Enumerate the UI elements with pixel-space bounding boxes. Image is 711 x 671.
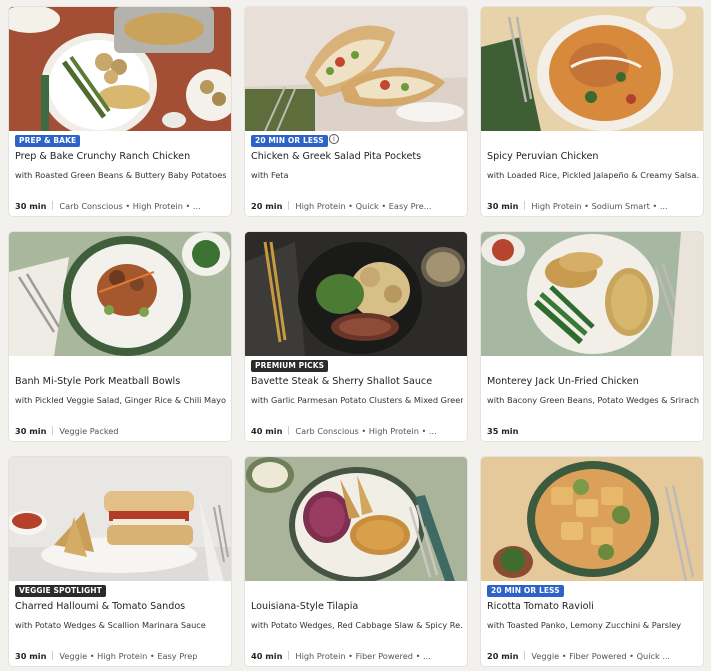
recipe-meta: 35 min: [487, 426, 699, 436]
recipe-subtitle: with Roasted Green Beans & Buttery Baby …: [15, 170, 227, 180]
recipe-meta: 20 min High Protein • Quick • Easy Pre...: [251, 201, 463, 211]
recipe-image[interactable]: [9, 232, 231, 356]
meta-divider: [288, 426, 290, 435]
recipe-time: 35 min: [487, 426, 519, 436]
recipe-subtitle: with Pickled Veggie Salad, Ginger Rice &…: [15, 395, 226, 405]
recipe-time: 30 min: [15, 201, 47, 211]
recipe-subtitle: with Garlic Parmesan Potato Clusters & M…: [251, 395, 463, 405]
recipe-title[interactable]: Chicken & Greek Salad Pita Pockets: [251, 151, 463, 162]
recipe-badge: 20 MIN OR LESS: [487, 585, 564, 597]
recipe-tags: High Protein • Sodium Smart • ...: [531, 201, 668, 211]
recipe-meta: 20 min Veggie • Fiber Powered • Quick ...: [487, 651, 699, 661]
recipe-badge: PREP & BAKE: [15, 135, 81, 147]
recipe-title[interactable]: Ricotta Tomato Ravioli: [487, 601, 699, 612]
recipe-tags: Carb Conscious • High Protein • ...: [59, 201, 201, 211]
recipe-meta: 30 min Veggie • High Protein • Easy Prep: [15, 651, 227, 661]
recipe-title[interactable]: Bavette Steak & Sherry Shallot Sauce: [251, 376, 463, 387]
recipe-title[interactable]: Monterey Jack Un-Fried Chicken: [487, 376, 699, 387]
recipe-card[interactable]: Spicy Peruvian Chicken with Loaded Rice,…: [481, 7, 703, 216]
recipe-title[interactable]: Charred Halloumi & Tomato Sandos: [15, 601, 227, 612]
recipe-tags: Veggie Packed: [59, 426, 119, 436]
meta-divider: [288, 201, 290, 210]
recipe-tags: Carb Conscious • High Protein • ...: [295, 426, 437, 436]
recipe-meta: 40 min Carb Conscious • High Protein • ..…: [251, 426, 463, 436]
recipe-time: 40 min: [251, 651, 283, 661]
info-icon[interactable]: i: [329, 134, 339, 144]
recipe-image[interactable]: [481, 232, 703, 356]
recipe-meta: 40 min High Protein • Fiber Powered • ...: [251, 651, 463, 661]
recipe-subtitle: with Potato Wedges, Red Cabbage Slaw & S…: [251, 620, 463, 630]
recipe-image[interactable]: [481, 457, 703, 581]
recipe-meta: 30 min Veggie Packed: [15, 426, 227, 436]
recipe-subtitle: with Bacony Green Beans, Potato Wedges &…: [487, 395, 699, 405]
recipe-card[interactable]: Louisiana-Style Tilapia with Potato Wedg…: [245, 457, 467, 666]
recipe-subtitle: with Toasted Panko, Lemony Zucchini & Pa…: [487, 620, 682, 630]
recipe-tags: High Protein • Fiber Powered • ...: [295, 651, 431, 661]
recipe-image[interactable]: [481, 7, 703, 131]
meta-divider: [288, 651, 290, 660]
recipe-time: 20 min: [487, 651, 519, 661]
recipe-card[interactable]: 20 MIN OR LESS Ricotta Tomato Ravioli wi…: [481, 457, 703, 666]
recipe-image[interactable]: [245, 457, 467, 581]
recipe-card[interactable]: PREP & BAKE Prep & Bake Crunchy Ranch Ch…: [9, 7, 231, 216]
recipe-badge: VEGGIE SPOTLIGHT: [15, 585, 106, 597]
recipe-time: 30 min: [15, 651, 47, 661]
recipe-time: 30 min: [487, 201, 519, 211]
recipe-image[interactable]: [9, 7, 231, 131]
recipe-card[interactable]: PREMIUM PICKS Bavette Steak & Sherry Sha…: [245, 232, 467, 441]
recipe-meta: 30 min High Protein • Sodium Smart • ...: [487, 201, 699, 211]
recipe-time: 40 min: [251, 426, 283, 436]
recipe-image[interactable]: [245, 232, 467, 356]
recipe-image[interactable]: [245, 7, 467, 131]
recipe-time: 30 min: [15, 426, 47, 436]
recipe-card[interactable]: 20 MIN OR LESS i Chicken & Greek Salad P…: [245, 7, 467, 216]
meta-divider: [524, 651, 526, 660]
recipe-tags: Veggie • Fiber Powered • Quick ...: [531, 651, 671, 661]
meta-divider: [52, 651, 54, 660]
recipe-tags: High Protein • Quick • Easy Pre...: [295, 201, 432, 211]
meta-divider: [52, 201, 54, 210]
recipe-card[interactable]: Banh Mi-Style Pork Meatball Bowls with P…: [9, 232, 231, 441]
recipe-title[interactable]: Prep & Bake Crunchy Ranch Chicken: [15, 151, 227, 162]
recipe-subtitle: with Feta: [251, 170, 289, 180]
recipe-time: 20 min: [251, 201, 283, 211]
recipe-card[interactable]: VEGGIE SPOTLIGHT Charred Halloumi & Toma…: [9, 457, 231, 666]
recipe-badge: PREMIUM PICKS: [251, 360, 329, 372]
recipe-subtitle: with Potato Wedges & Scallion Marinara S…: [15, 620, 206, 630]
meta-divider: [524, 201, 526, 210]
recipe-tags: Veggie • High Protein • Easy Prep: [59, 651, 198, 661]
recipe-meta: 30 min Carb Conscious • High Protein • ..…: [15, 201, 227, 211]
recipe-image[interactable]: [9, 457, 231, 581]
recipe-title[interactable]: Banh Mi-Style Pork Meatball Bowls: [15, 376, 227, 387]
recipe-title[interactable]: Spicy Peruvian Chicken: [487, 151, 699, 162]
recipe-subtitle: with Loaded Rice, Pickled Jalapeño & Cre…: [487, 170, 699, 180]
meta-divider: [52, 426, 54, 435]
recipe-card[interactable]: Monterey Jack Un-Fried Chicken with Baco…: [481, 232, 703, 441]
recipe-badge: 20 MIN OR LESS: [251, 135, 328, 147]
recipe-title[interactable]: Louisiana-Style Tilapia: [251, 601, 463, 612]
